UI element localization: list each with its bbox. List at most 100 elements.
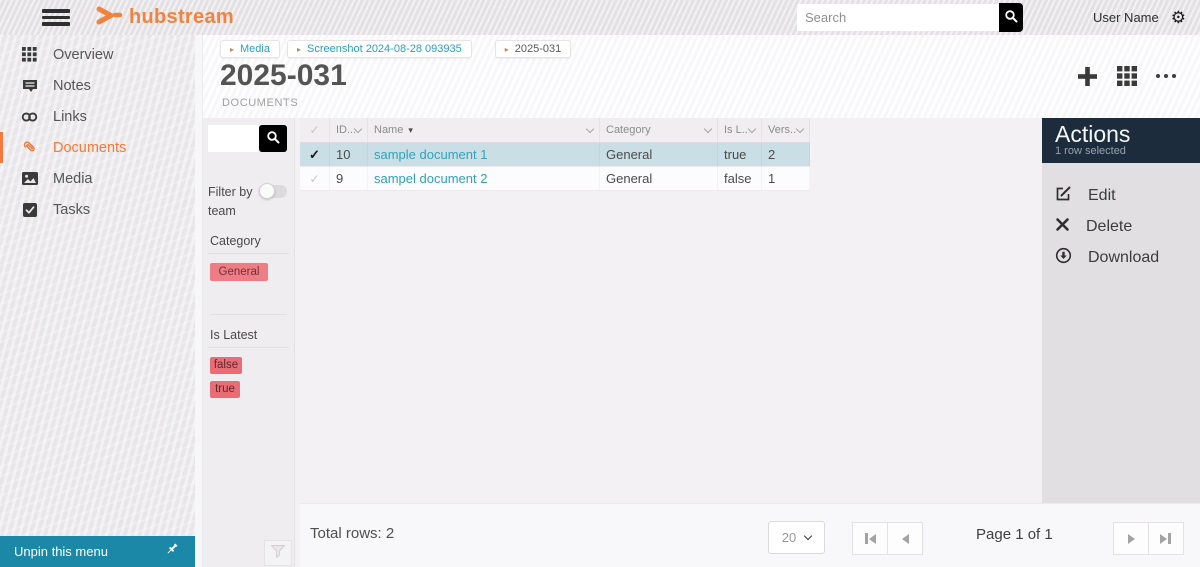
edit-button[interactable]: Edit	[1055, 180, 1200, 211]
image-icon	[21, 170, 38, 187]
filter-by-team-label: Filter by team	[208, 183, 263, 222]
sort-desc-icon: ▾	[408, 125, 413, 136]
page-size-select[interactable]: 20	[768, 521, 825, 554]
column-chevron-icon[interactable]	[748, 124, 756, 132]
search-input[interactable]	[797, 4, 999, 31]
check-icon: ✓	[309, 123, 319, 137]
breadcrumb-media[interactable]: ▸ Media	[220, 40, 280, 58]
filter-search-button[interactable]	[259, 125, 287, 152]
download-button[interactable]: Download	[1055, 242, 1200, 273]
funnel-filter-button[interactable]	[264, 540, 292, 566]
user-name[interactable]: User Name	[1093, 10, 1159, 25]
logo-text: hubstream	[129, 6, 234, 29]
row-checkbox[interactable]: ✓	[300, 167, 330, 190]
last-page-button[interactable]	[1148, 522, 1184, 555]
breadcrumb: ▸ Media ▸ Screenshot 2024-08-28 093935 ▸…	[220, 40, 578, 58]
sidebar-item-links[interactable]: Links	[0, 101, 195, 132]
column-header-id[interactable]: ID...	[330, 118, 368, 142]
sidebar-item-overview[interactable]: Overview	[0, 39, 195, 70]
breadcrumb-current[interactable]: ▸ 2025-031	[495, 40, 572, 58]
sidebar-item-label: Media	[53, 171, 93, 187]
filter-tag-true[interactable]: true	[210, 381, 240, 398]
check-icon: ✓	[309, 172, 319, 186]
grid-view-button[interactable]	[1116, 65, 1138, 87]
breadcrumb-arrow-icon: ▸	[297, 45, 301, 54]
column-chevron-icon[interactable]	[796, 124, 804, 132]
column-header-version[interactable]: Vers...	[762, 118, 810, 142]
column-chevron-icon[interactable]	[354, 124, 362, 132]
logo-icon	[96, 6, 123, 30]
actions-list: Edit Delete Download	[1042, 163, 1200, 273]
unpin-menu-label: Unpin this menu	[14, 544, 108, 559]
filter-search	[208, 125, 289, 152]
header-actions	[1077, 65, 1177, 87]
page-subtitle: DOCUMENTS	[222, 97, 298, 109]
delete-x-icon	[1055, 217, 1070, 237]
select-all-checkbox[interactable]: ✓	[300, 118, 330, 142]
row-checkbox[interactable]: ✓	[300, 143, 330, 166]
delete-button[interactable]: Delete	[1055, 211, 1200, 242]
column-header-name[interactable]: Name▾	[368, 118, 600, 142]
prev-page-icon	[902, 534, 909, 544]
cell-islatest: false	[718, 167, 762, 190]
filter-tag-false[interactable]: false	[210, 357, 242, 374]
cell-category: General	[600, 167, 718, 190]
column-header-category[interactable]: Category	[600, 118, 718, 142]
cell-id: 9	[330, 167, 368, 190]
download-circle-icon	[1055, 247, 1072, 269]
app-window: hubstream User Name ⚙ Overview	[0, 0, 1200, 567]
breadcrumb-screenshot[interactable]: ▸ Screenshot 2024-08-28 093935	[287, 40, 472, 58]
table-row[interactable]: ✓ 9 sampel document 2 General false 1	[300, 167, 810, 191]
column-header-islatest[interactable]: Is L...	[718, 118, 762, 142]
sidebar-item-label: Documents	[53, 140, 126, 156]
logo[interactable]: hubstream	[96, 6, 234, 30]
chevron-down-icon	[804, 532, 812, 540]
unpin-menu-button[interactable]: Unpin this menu	[0, 536, 195, 567]
check-icon: ✓	[309, 147, 320, 163]
total-rows-label: Total rows: 2	[310, 525, 394, 542]
hamburger-menu-icon[interactable]	[42, 6, 70, 29]
column-chevron-icon[interactable]	[586, 124, 594, 132]
sidebar-item-documents[interactable]: Documents	[0, 132, 195, 163]
table-row[interactable]: ✓ 10 sample document 1 General true 2	[300, 143, 810, 167]
more-options-button[interactable]	[1156, 74, 1177, 79]
link-icon	[21, 108, 38, 125]
first-page-button[interactable]	[852, 522, 888, 555]
top-bar: hubstream User Name ⚙	[0, 0, 1200, 35]
sidebar-item-label: Links	[53, 109, 87, 125]
sidebar-item-tasks[interactable]: Tasks	[0, 194, 195, 225]
funnel-icon	[270, 544, 286, 563]
cell-id: 10	[330, 143, 368, 166]
documents-table: ✓ ID... Name▾ Category Is	[300, 118, 810, 191]
page-indicator: Page 1 of 1	[976, 526, 1053, 543]
sidebar-item-label: Notes	[53, 78, 91, 94]
actions-title: Actions	[1055, 121, 1200, 147]
sidebar-item-media[interactable]: Media	[0, 163, 195, 194]
add-document-button[interactable]	[1077, 66, 1098, 87]
sidebar-scrollbar[interactable]	[195, 35, 203, 567]
last-page-icon	[1160, 533, 1173, 544]
cell-category: General	[600, 143, 718, 166]
sidebar-nav: Overview Notes Links Documents	[0, 35, 195, 225]
document-link[interactable]: sampel document 2	[374, 171, 487, 186]
first-page-icon	[864, 533, 877, 544]
sidebar-item-label: Overview	[53, 47, 113, 63]
documents-table-area: ✓ ID... Name▾ Category Is	[300, 118, 1041, 503]
paperclip-icon	[21, 139, 38, 156]
prev-page-button[interactable]	[887, 522, 923, 555]
filter-search-input[interactable]	[208, 125, 259, 152]
filter-tag-general[interactable]: General	[210, 263, 268, 281]
gear-icon[interactable]: ⚙	[1171, 9, 1186, 26]
global-search	[797, 3, 1023, 32]
table-header-row: ✓ ID... Name▾ Category Is	[300, 118, 810, 143]
sidebar-item-notes[interactable]: Notes	[0, 70, 195, 101]
document-link[interactable]: sample document 1	[374, 147, 487, 162]
search-button[interactable]	[999, 3, 1023, 32]
next-page-button[interactable]	[1113, 522, 1149, 555]
column-chevron-icon[interactable]	[704, 124, 712, 132]
page-title: 2025-031	[220, 59, 347, 93]
team-toggle-switch[interactable]	[261, 185, 287, 198]
pagination-bar: Total rows: 2 20 Page 1 of 1	[300, 503, 1200, 567]
filter-by-team-row: Filter by team	[208, 183, 289, 222]
note-icon	[21, 77, 38, 94]
